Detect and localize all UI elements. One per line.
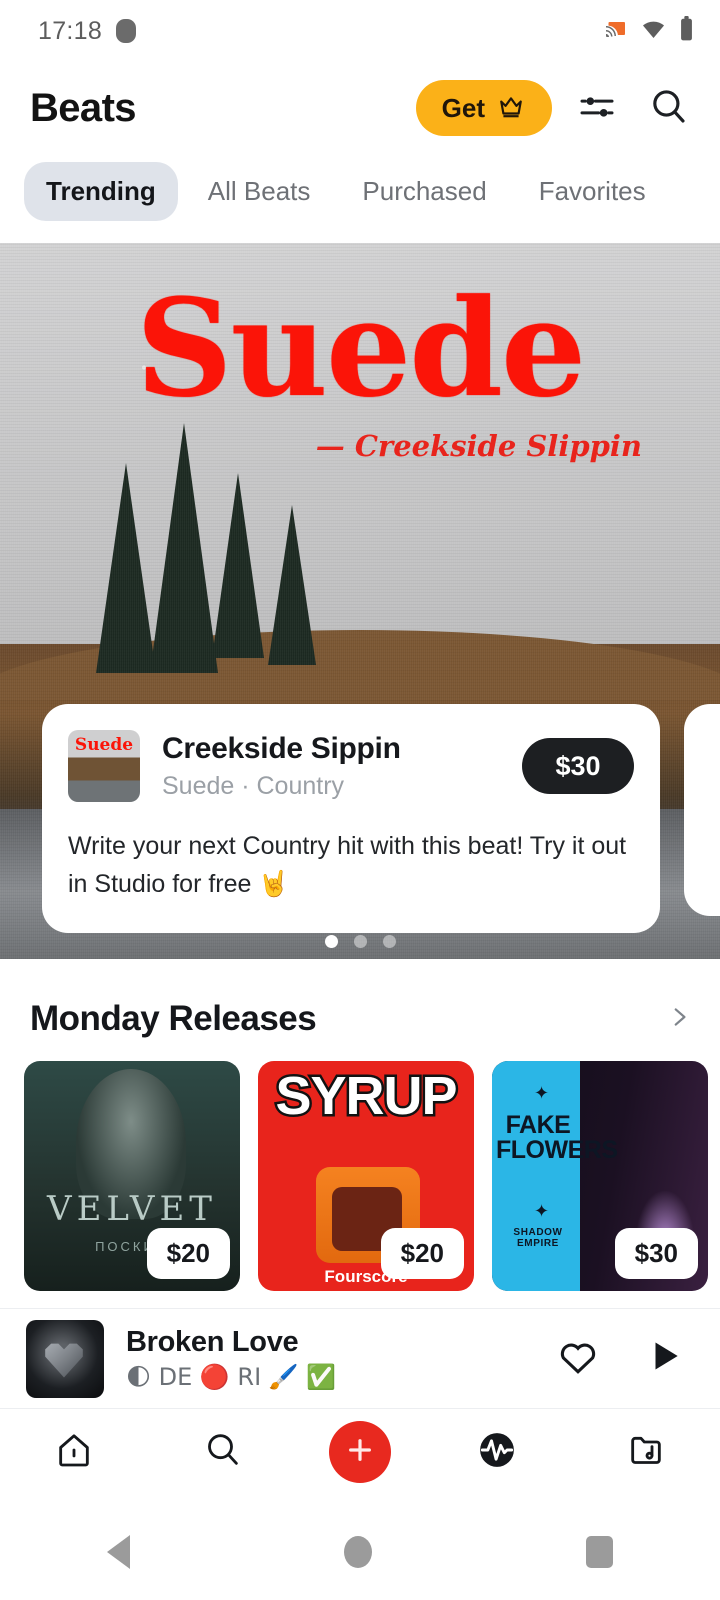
featured-beat-card[interactable]: Suede Creekside Sippin Suede · Country $…	[42, 704, 660, 933]
carousel-dot-3[interactable]	[382, 935, 396, 948]
album-card[interactable]: VELVET ПОСКИО $20	[24, 1061, 240, 1291]
hero-card-next-peek[interactable]	[684, 704, 720, 916]
album-title: SYRUP	[273, 1064, 460, 1129]
status-time: 17:18	[38, 16, 103, 45]
nav-home-button[interactable]	[31, 1416, 117, 1488]
featured-beat-price-button[interactable]: $30	[522, 738, 634, 794]
now-playing-artwork	[26, 1319, 104, 1398]
album-price-button[interactable]: $20	[146, 1228, 230, 1279]
featured-beat-description: Write your next Country hit with this be…	[68, 832, 627, 898]
status-bar: 17:18	[0, 0, 720, 62]
system-navigation-bar	[0, 1504, 720, 1600]
nav-library-button[interactable]	[603, 1416, 689, 1488]
app-header: Beats Get	[0, 62, 720, 154]
featured-beat-title: Creekside Sippin	[162, 731, 401, 765]
notification-dot-icon	[116, 19, 137, 43]
nav-add-button[interactable]	[328, 1420, 391, 1483]
broken-heart-shape	[45, 1343, 83, 1378]
home-button[interactable]	[344, 1536, 372, 1568]
crown-icon	[496, 94, 526, 123]
hero-wordmark: Suede	[135, 269, 586, 427]
album-price-button[interactable]: $30	[614, 1228, 698, 1279]
tab-purchased[interactable]: Purchased	[340, 162, 508, 221]
waveform-icon	[475, 1428, 519, 1475]
cast-icon	[602, 17, 628, 46]
album-title: FAKE FLOWERS	[496, 1111, 618, 1164]
chevron-right-icon[interactable]	[666, 1004, 692, 1035]
featured-card-meta: Creekside Sippin Suede · Country	[162, 732, 500, 801]
battery-icon	[679, 15, 694, 47]
section-title: Monday Releases	[30, 999, 317, 1038]
album-subtitle: SHADOW EMPIRE	[513, 1227, 563, 1249]
album-price-button[interactable]: $20	[380, 1228, 464, 1279]
library-icon	[626, 1430, 666, 1473]
bottom-navigation	[0, 1408, 720, 1494]
home-icon	[54, 1430, 94, 1473]
nav-beats-button[interactable]	[454, 1416, 540, 1488]
status-bar-right	[602, 15, 694, 47]
get-premium-button[interactable]: Get	[415, 80, 552, 136]
tab-trending[interactable]: Trending	[24, 162, 178, 221]
filter-button[interactable]	[570, 81, 624, 135]
back-button[interactable]	[107, 1535, 130, 1569]
search-icon	[203, 1430, 243, 1473]
get-button-label: Get	[441, 92, 485, 123]
now-playing-bar[interactable]: Broken Love 🌓 DE 🔴 RI 🖌️ ✅	[0, 1308, 720, 1408]
add-icon	[344, 1434, 376, 1469]
featured-card-header: Suede Creekside Sippin Suede · Country $…	[68, 730, 634, 802]
now-playing-subtitle: 🌓 DE 🔴 RI 🖌️ ✅	[126, 1363, 337, 1391]
album-thumbnail: Suede	[68, 730, 140, 802]
album-rail[interactable]: VELVET ПОСКИО $20 SYRUP Fourscore $20 ✦ …	[0, 1061, 720, 1291]
star-icon: ✦	[534, 1083, 550, 1103]
album-card[interactable]: SYRUP Fourscore $20	[258, 1061, 474, 1291]
recents-button[interactable]	[586, 1536, 613, 1568]
featured-beat-artist-genre: Suede · Country	[162, 771, 345, 800]
heart-icon[interactable]	[556, 1334, 600, 1383]
now-playing-actions	[556, 1334, 692, 1383]
album-card[interactable]: ✦ FAKE FLOWERS ✦ SHADOW EMPIRE $30	[492, 1061, 708, 1291]
play-icon[interactable]	[646, 1337, 684, 1380]
search-button[interactable]	[642, 81, 696, 135]
tab-favorites[interactable]: Favorites	[517, 162, 668, 221]
nav-search-button[interactable]	[180, 1416, 266, 1488]
now-playing-title: Broken Love	[126, 1326, 299, 1358]
carousel-dot-2[interactable]	[353, 935, 367, 948]
wifi-icon	[641, 17, 666, 46]
search-icon	[648, 86, 690, 131]
now-playing-meta: Broken Love 🌓 DE 🔴 RI 🖌️ ✅	[126, 1326, 534, 1391]
tab-bar: Trending All Beats Purchased Favorites	[0, 154, 720, 243]
status-bar-left: 17:18	[38, 16, 137, 46]
album-thumbnail-label: Suede	[74, 735, 134, 755]
carousel-dot-1[interactable]	[324, 935, 338, 948]
filter-icon	[577, 87, 617, 130]
tab-all-beats[interactable]: All Beats	[186, 162, 333, 221]
page-title: Beats	[30, 85, 137, 130]
carousel-dots	[0, 935, 720, 948]
section-header: Monday Releases	[0, 959, 720, 1061]
album-title: VELVET	[47, 1189, 217, 1229]
star-icon: ✦	[534, 1201, 550, 1221]
hero-subtitle: — Creekside Slippin	[315, 429, 642, 463]
